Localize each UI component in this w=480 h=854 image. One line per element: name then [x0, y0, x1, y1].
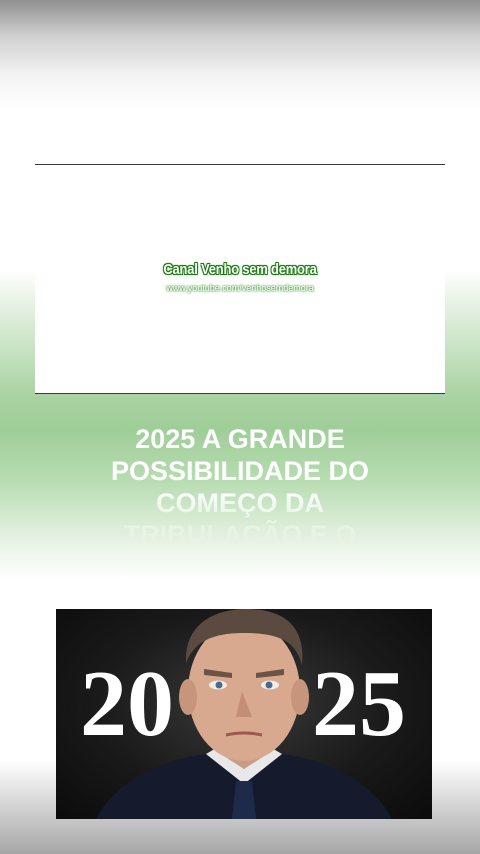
video-player[interactable]: Canal Venho sem demora www.youtube.com/v… — [35, 164, 445, 394]
caption-line: 2025 A GRANDE — [135, 424, 345, 454]
video-thumbnail[interactable]: 20 25 — [56, 609, 432, 819]
story-screen: Canal Venho sem demora www.youtube.com/v… — [0, 0, 480, 854]
caption-text: 2025 A GRANDE POSSIBILIDADE DO COMEÇO DA… — [60, 423, 420, 545]
portrait-illustration — [96, 609, 392, 819]
caption-line: COMEÇO DA — [156, 488, 324, 518]
caption-line: POSSIBILIDADE DO — [110, 456, 370, 486]
channel-url-watermark: www.youtube.com/venhosemdemora — [166, 283, 314, 293]
caption-line: TRIBULAÇÃO E O — [123, 520, 357, 545]
channel-name-watermark: Canal Venho sem demora — [163, 261, 317, 278]
